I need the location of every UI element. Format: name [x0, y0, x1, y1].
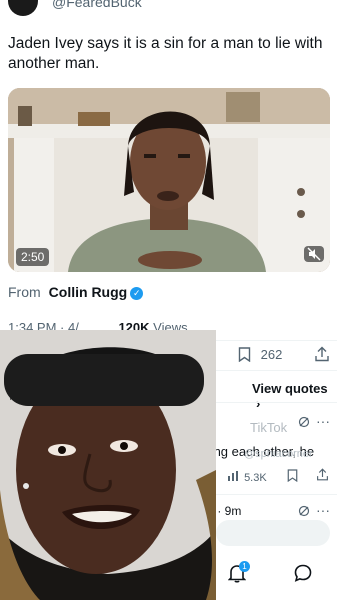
share-icon [315, 346, 329, 362]
reply-views[interactable]: 5.3K [228, 471, 267, 484]
tiktok-watermark: TikTok [250, 420, 287, 435]
view-quotes-link[interactable]: View quotes › [252, 381, 337, 411]
share-button[interactable] [314, 346, 330, 365]
tiktok-logo: TikTok [250, 420, 288, 435]
tweet-text: Jaden Ivey says it is a sin for a man to… [8, 35, 323, 72]
tiktok-handle: @sphiacorner [244, 448, 313, 460]
reply-views-count: 5.3K [244, 472, 267, 484]
bookmark-count: 262 [260, 347, 283, 363]
avatar[interactable] [8, 0, 38, 16]
mute-icon[interactable] [304, 246, 324, 262]
video-duration: 2:50 [16, 248, 50, 266]
chevron-right-icon: › [256, 396, 261, 411]
more-icon[interactable]: ··· [316, 413, 330, 429]
reply-bookmark-icon[interactable] [287, 469, 298, 487]
verified-badge: ✓ [130, 286, 144, 300]
more-icon[interactable]: ··· [316, 502, 330, 518]
from-prefix: From [8, 284, 41, 300]
view-quotes-label: View quotes [252, 381, 328, 396]
video-player[interactable]: 2:50 [8, 88, 330, 272]
reply-compose-field[interactable] [216, 520, 330, 546]
video-frame-image [8, 88, 330, 272]
reaction-face-image [0, 330, 216, 600]
bookmark-button[interactable]: 262 [238, 346, 283, 363]
from-author[interactable]: Collin Rugg [49, 284, 128, 300]
notification-badge: 1 [239, 561, 250, 572]
notifications-tab[interactable]: 1 [227, 561, 250, 588]
tweet-header: @FearedBuck [0, 0, 337, 16]
analytics-icon [228, 471, 238, 481]
grok-icon[interactable] [298, 415, 310, 433]
bookmark-icon [238, 347, 251, 363]
messages-icon [294, 564, 312, 582]
author-handle[interactable]: @FearedBuck [52, 0, 142, 10]
reply-share-icon[interactable] [316, 468, 329, 486]
attribution: From Collin Rugg ✓ [8, 284, 144, 300]
messages-tab[interactable] [294, 564, 312, 587]
reaction-video-overlay [0, 330, 216, 600]
